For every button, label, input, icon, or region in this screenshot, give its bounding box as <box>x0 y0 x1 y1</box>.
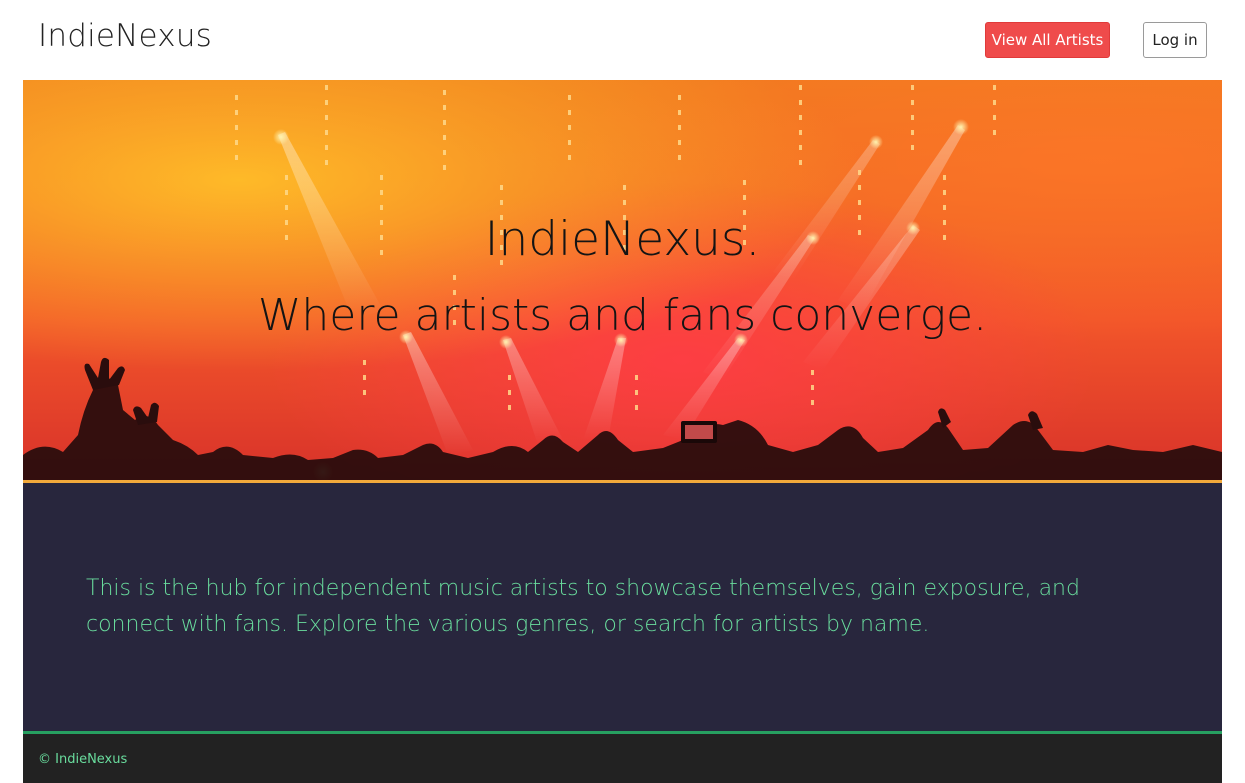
view-all-artists-button[interactable]: View All Artists <box>985 22 1110 58</box>
top-navbar: IndieNexus View All Artists Log in <box>0 0 1245 80</box>
hero-tagline: Where artists and fans converge. <box>257 290 988 341</box>
concert-background-image <box>23 85 1222 480</box>
about-section: This is the hub for independent music ar… <box>23 483 1222 731</box>
page-footer: © IndieNexus <box>23 734 1222 783</box>
about-description: This is the hub for independent music ar… <box>86 576 1080 637</box>
brand-logo-text[interactable]: IndieNexus <box>38 18 212 54</box>
copyright-text: © IndieNexus <box>38 752 128 767</box>
hero-banner: IndieNexus. Where artists and fans conve… <box>23 80 1222 480</box>
hero-title: IndieNexus. <box>484 212 761 267</box>
login-button[interactable]: Log in <box>1143 22 1207 58</box>
